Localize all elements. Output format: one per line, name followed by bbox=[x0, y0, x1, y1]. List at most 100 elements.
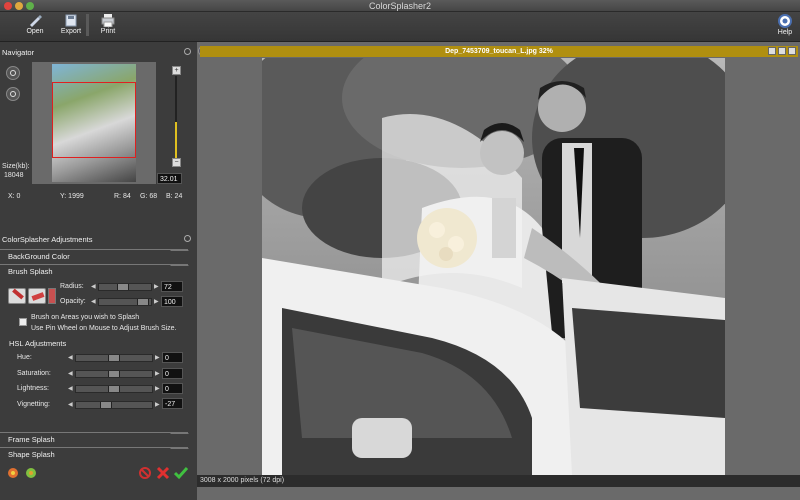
radius-slider[interactable] bbox=[98, 283, 152, 291]
minimize-window-button[interactable] bbox=[15, 2, 23, 10]
opacity-value-field[interactable]: 100 bbox=[161, 296, 183, 307]
hue-arrow-right-icon[interactable]: ▶ bbox=[155, 354, 160, 361]
radius-arrow-right-icon[interactable]: ▶ bbox=[154, 283, 159, 290]
color-g: G: 68 bbox=[140, 193, 158, 200]
zoom-minus-button[interactable]: − bbox=[172, 158, 181, 167]
coord-x: X: 0 bbox=[8, 193, 21, 200]
background-color-tab[interactable]: BackGround Color bbox=[0, 249, 188, 263]
open-button[interactable]: Open bbox=[18, 14, 52, 40]
print-label: Print bbox=[100, 28, 116, 35]
navigator-preview[interactable] bbox=[32, 62, 156, 184]
vignetting-slider[interactable] bbox=[75, 401, 153, 409]
zoom-slider[interactable]: + − bbox=[172, 64, 181, 172]
brush-splash-label: Brush Splash bbox=[8, 267, 53, 276]
wedding-photo bbox=[262, 58, 725, 475]
adjustments-detach-icon[interactable] bbox=[184, 235, 191, 242]
shape-splash-label: Shape Splash bbox=[8, 450, 55, 459]
lightness-slider-thumb[interactable] bbox=[108, 386, 120, 392]
navigator-thumbnail bbox=[52, 64, 136, 182]
shape-splash-tab[interactable]: Shape Splash bbox=[0, 447, 188, 461]
frame-splash-tab[interactable]: Frame Splash bbox=[0, 432, 188, 446]
radius-label: Radius: bbox=[60, 283, 84, 290]
open-label: Open bbox=[26, 28, 44, 35]
vignetting-value-field[interactable]: -27 bbox=[162, 398, 183, 409]
coord-y: Y: 1999 bbox=[60, 193, 84, 200]
zoom-window-button[interactable] bbox=[26, 2, 34, 10]
help-icon bbox=[778, 14, 792, 28]
opacity-arrow-right-icon[interactable]: ▶ bbox=[154, 298, 159, 305]
hue-slider[interactable] bbox=[75, 354, 153, 362]
color-r: R: 84 bbox=[114, 193, 131, 200]
document-title-bar[interactable]: Dep_7453709_toucan_L.jpg 32% bbox=[200, 46, 798, 57]
saturation-slider[interactable] bbox=[75, 370, 153, 378]
hue-arrow-left-icon[interactable]: ◀ bbox=[68, 354, 73, 361]
zoom-in-icon[interactable] bbox=[6, 66, 20, 80]
vignetting-slider-thumb[interactable] bbox=[100, 402, 112, 408]
document-title: Dep_7453709_toucan_L.jpg 32% bbox=[445, 48, 553, 55]
brush-color-icon[interactable] bbox=[48, 288, 56, 304]
brush-hint-1: Brush on Areas you wish to Splash bbox=[31, 314, 140, 321]
window-title: ColorSplasher2 bbox=[368, 1, 432, 11]
hue-label: Hue: bbox=[17, 354, 32, 361]
open-icon bbox=[30, 15, 42, 27]
toolbar: Open Export Print Help bbox=[0, 12, 800, 42]
color-b: B: 24 bbox=[166, 193, 183, 200]
navigator-viewport-rect[interactable] bbox=[52, 82, 136, 158]
doc-maximize-icon[interactable] bbox=[778, 47, 786, 55]
navigator-detach-icon[interactable] bbox=[184, 48, 191, 55]
apply-check-icon[interactable] bbox=[174, 466, 188, 480]
lightness-arrow-left-icon[interactable]: ◀ bbox=[68, 385, 73, 392]
opacity-slider[interactable] bbox=[98, 298, 152, 306]
export-icon bbox=[65, 14, 77, 27]
vignetting-arrow-right-icon[interactable]: ▶ bbox=[155, 401, 160, 408]
eraser-tool-icon[interactable] bbox=[28, 288, 46, 304]
vignetting-label: Vignetting: bbox=[17, 401, 50, 408]
size-value: 18048 bbox=[4, 172, 24, 179]
radius-slider-thumb[interactable] bbox=[117, 284, 129, 290]
doc-close-icon[interactable] bbox=[788, 47, 796, 55]
color-wheel-icon[interactable] bbox=[24, 466, 38, 480]
hue-value-field[interactable]: 0 bbox=[162, 352, 183, 363]
export-button[interactable]: Export bbox=[54, 14, 88, 40]
opacity-label: Opacity: bbox=[60, 298, 86, 305]
pinwheel-icon[interactable] bbox=[6, 466, 20, 480]
brush-hint-checkbox[interactable] bbox=[19, 318, 27, 326]
cancel-icon[interactable] bbox=[156, 466, 170, 480]
frame-splash-label: Frame Splash bbox=[8, 435, 55, 444]
saturation-arrow-right-icon[interactable]: ▶ bbox=[155, 370, 160, 377]
help-button[interactable]: Help bbox=[768, 14, 800, 40]
radius-value-field[interactable]: 72 bbox=[161, 281, 183, 292]
zoom-out-icon[interactable] bbox=[6, 87, 20, 101]
opacity-slider-thumb[interactable] bbox=[137, 299, 149, 305]
saturation-label: Saturation: bbox=[17, 370, 51, 377]
radius-arrow-left-icon[interactable]: ◀ bbox=[91, 283, 96, 290]
status-bar: 3008 x 2000 pixels (72 dpi) bbox=[197, 475, 800, 487]
doc-minimize-icon[interactable] bbox=[768, 47, 776, 55]
close-window-button[interactable] bbox=[4, 2, 12, 10]
brush-tool-icon[interactable] bbox=[8, 288, 26, 304]
print-button[interactable]: Print bbox=[91, 14, 125, 40]
reset-icon[interactable] bbox=[138, 466, 152, 480]
lightness-value-field[interactable]: 0 bbox=[162, 383, 183, 394]
zoom-value-field[interactable]: 32.01 bbox=[157, 173, 182, 184]
lightness-arrow-right-icon[interactable]: ▶ bbox=[155, 385, 160, 392]
title-bar: ColorSplasher2 bbox=[0, 0, 800, 12]
photo-canvas[interactable] bbox=[262, 58, 725, 475]
lightness-label: Lightness: bbox=[17, 385, 49, 392]
export-dropdown-icon[interactable] bbox=[86, 14, 89, 36]
lightness-slider[interactable] bbox=[75, 385, 153, 393]
adjustments-title: ColorSplasher Adjustments bbox=[2, 235, 93, 244]
brush-splash-tab[interactable]: Brush Splash bbox=[0, 264, 188, 278]
vignetting-arrow-left-icon[interactable]: ◀ bbox=[68, 401, 73, 408]
print-icon bbox=[101, 14, 115, 27]
export-label: Export bbox=[60, 28, 82, 35]
saturation-slider-thumb[interactable] bbox=[108, 371, 120, 377]
hsl-title: HSL Adjustments bbox=[9, 339, 67, 348]
hue-slider-thumb[interactable] bbox=[108, 355, 120, 361]
saturation-arrow-left-icon[interactable]: ◀ bbox=[68, 370, 73, 377]
saturation-value-field[interactable]: 0 bbox=[162, 368, 183, 379]
zoom-plus-button[interactable]: + bbox=[172, 66, 181, 75]
image-dimensions: 3008 x 2000 pixels (72 dpi) bbox=[200, 477, 285, 484]
opacity-arrow-left-icon[interactable]: ◀ bbox=[91, 298, 96, 305]
zoom-track-fill bbox=[175, 122, 177, 158]
